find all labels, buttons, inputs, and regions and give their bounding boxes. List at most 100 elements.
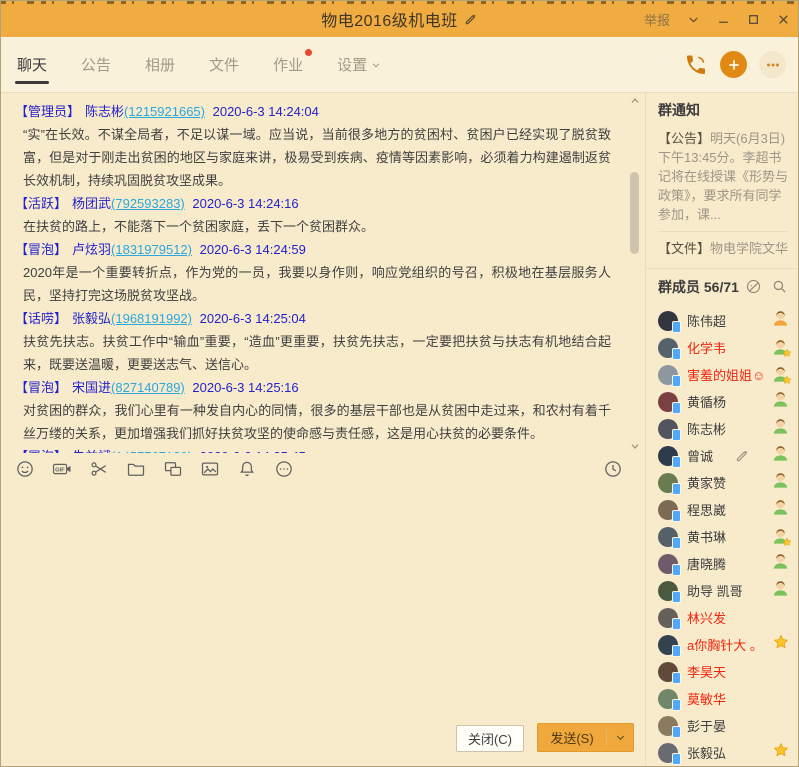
mobile-online-badge — [672, 429, 681, 441]
member-avatar — [658, 743, 678, 763]
report-button[interactable]: 举报 — [644, 10, 670, 29]
scroll-up-icon[interactable] — [629, 94, 641, 106]
close-chat-button[interactable]: 关闭(C) — [456, 725, 524, 752]
member-row[interactable]: 陈志彬 — [646, 415, 798, 442]
member-row[interactable]: 彭于晏 — [646, 712, 798, 739]
member-row[interactable]: 黄循杨 — [646, 388, 798, 415]
more-options-button[interactable] — [759, 51, 786, 78]
chevron-down-icon — [371, 57, 381, 74]
mobile-online-badge — [672, 591, 681, 603]
member-row[interactable]: 莫敏华 — [646, 685, 798, 712]
member-row[interactable]: 张毅弘 — [646, 739, 798, 766]
member-row[interactable]: 黄书琳 — [646, 523, 798, 550]
close-button[interactable] — [776, 12, 790, 26]
chat-message: 【冒泡】宋国进(827140789) 2020-6-3 14:25:16 对贫困… — [15, 376, 611, 445]
member-row[interactable]: 助导 凯哥 — [646, 577, 798, 604]
mobile-online-badge — [672, 537, 681, 549]
gif-icon[interactable]: GIF — [52, 459, 72, 479]
member-star-icon — [773, 742, 789, 763]
send-button[interactable]: 发送(S) — [537, 723, 634, 752]
qq-number-link[interactable]: (1831979512) — [111, 242, 192, 257]
member-status-online-icon — [772, 580, 789, 602]
member-name: 陈志彬 — [687, 419, 726, 438]
tab-files[interactable]: 文件 — [207, 39, 241, 90]
search-member-icon[interactable] — [771, 278, 788, 295]
mobile-online-badge — [672, 618, 681, 630]
member-name: 林兴发 — [687, 608, 726, 627]
member-row[interactable]: a你胸针大 。 — [646, 631, 798, 658]
mobile-online-badge — [672, 375, 681, 387]
anonymous-chat-icon[interactable] — [745, 278, 762, 295]
member-avatar — [658, 419, 678, 439]
qq-number-link[interactable]: (827140789) — [111, 380, 185, 395]
member-row[interactable]: 唐晓腾 — [646, 550, 798, 577]
notification-bell-icon[interactable] — [237, 459, 257, 479]
file-notice-text[interactable]: 【文件】物电学院文华在... — [658, 239, 788, 258]
chat-message: 【活跃】杨团武(792593283) 2020-6-3 14:24:16 在扶贫… — [15, 192, 611, 238]
member-row[interactable]: 林兴发 — [646, 604, 798, 631]
emoji-icon[interactable] — [15, 459, 35, 479]
mobile-online-badge — [672, 753, 681, 765]
file-folder-icon[interactable] — [126, 459, 146, 479]
message-text: “实”在长效。不谋全局者，不足以谋一域。应当说，当前很多地方的贫困村、贫困户已经… — [23, 123, 611, 192]
member-name: 程思崴 — [687, 500, 726, 519]
member-avatar — [658, 392, 678, 412]
mobile-online-badge — [672, 348, 681, 360]
tab-announcement[interactable]: 公告 — [79, 39, 113, 90]
member-name: 彭于晏 — [687, 716, 726, 735]
member-status-online-icon — [772, 418, 789, 440]
message-input-area[interactable] — [1, 484, 645, 709]
member-status-online-icon — [772, 499, 789, 521]
member-row[interactable]: 曾诚 — [646, 442, 798, 469]
member-avatar — [658, 554, 678, 574]
member-row[interactable]: 化学韦 — [646, 334, 798, 361]
minimize-button[interactable] — [716, 12, 730, 26]
member-row[interactable]: 黄家赞 — [646, 469, 798, 496]
tab-homework[interactable]: 作业 — [271, 39, 305, 90]
screenshot-scissors-icon[interactable] — [89, 459, 109, 479]
scrollbar-thumb[interactable] — [630, 172, 639, 254]
member-row[interactable]: 李昊天 — [646, 658, 798, 685]
announcement-text[interactable]: 【公告】明天(6月3日)下午13:45分。李超书记将在线授课《形势与政策》，要求… — [658, 129, 788, 224]
mobile-online-badge — [672, 510, 681, 522]
send-options-chevron-icon[interactable] — [607, 732, 633, 743]
svg-text:GIF: GIF — [55, 467, 65, 473]
tab-album[interactable]: 相册 — [143, 39, 177, 90]
member-status-online-icon — [772, 445, 789, 467]
member-row[interactable]: 害羞的姐姐☺ — [646, 361, 798, 388]
member-status-online-star-icon — [772, 366, 789, 383]
member-status-online-icon — [772, 472, 789, 494]
chat-history-icon[interactable] — [603, 459, 623, 479]
qq-number-link[interactable]: (1215921665) — [124, 104, 205, 119]
chat-scrollbar[interactable] — [628, 94, 642, 451]
maximize-button[interactable] — [746, 12, 760, 26]
tab-settings[interactable]: 设置 — [335, 39, 383, 90]
mobile-online-badge — [672, 564, 681, 576]
group-notice-section[interactable]: 群通知 【公告】明天(6月3日)下午13:45分。李超书记将在线授课《形势与政策… — [646, 92, 798, 269]
divider — [658, 231, 788, 232]
group-notice-title: 群通知 — [658, 100, 788, 120]
mobile-online-badge — [672, 456, 681, 468]
member-avatar — [658, 689, 678, 709]
chevron-down-icon[interactable] — [686, 12, 700, 26]
member-row[interactable]: 程思崴 — [646, 496, 798, 523]
voice-call-icon[interactable] — [684, 53, 708, 77]
add-member-button[interactable] — [720, 51, 747, 78]
member-row[interactable]: 陈伟超 — [646, 307, 798, 334]
qq-number-link[interactable]: (792593283) — [111, 196, 185, 211]
notification-dot — [305, 49, 312, 56]
more-tools-icon[interactable] — [274, 459, 294, 479]
mobile-online-badge — [672, 672, 681, 684]
scroll-down-icon[interactable] — [629, 439, 641, 451]
tab-chat[interactable]: 聊天 — [15, 39, 49, 90]
member-name: 黄家赞 — [687, 473, 726, 492]
edit-title-icon[interactable] — [464, 12, 478, 26]
qq-number-link[interactable]: (1968191992) — [111, 311, 192, 326]
member-status-online-star-icon — [772, 339, 789, 356]
input-toolbar: GIF — [1, 453, 645, 484]
image-icon[interactable] — [200, 459, 220, 479]
member-name: 陈伟超 — [687, 311, 726, 330]
screen-share-icon[interactable] — [163, 459, 183, 479]
chat-panel: 【管理员】陈志彬(1215921665) 2020-6-3 14:24:04 “… — [1, 92, 646, 766]
chat-message: 【冒泡】朱益斌(1457767130) 2020-6-3 14:25:45 — [15, 445, 611, 453]
